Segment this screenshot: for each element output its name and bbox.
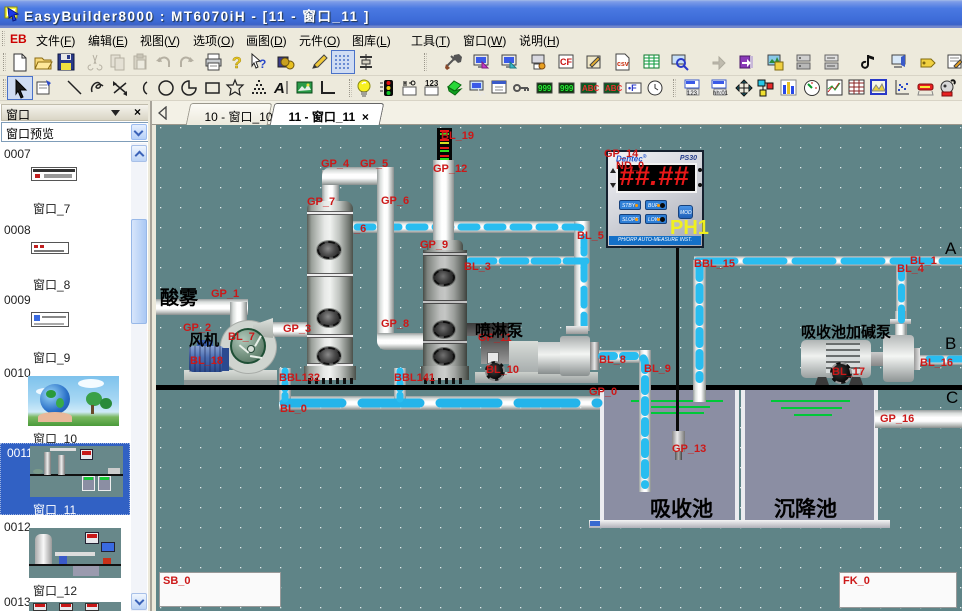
svg-text:•F: •F	[628, 83, 637, 93]
svg-text:A: A	[273, 80, 285, 97]
svg-text:ABC: ABC	[605, 84, 623, 93]
svg-text:999: 999	[560, 84, 574, 93]
svg-text:ABC: ABC	[582, 84, 600, 93]
svg-text:CF: CF	[560, 57, 572, 67]
svg-text:999: 999	[538, 84, 552, 93]
svg-text:123: 123	[425, 79, 439, 88]
svg-text:hh:01: hh:01	[713, 91, 729, 97]
svg-text:?: ?	[259, 57, 266, 71]
svg-text:123: 123	[687, 91, 698, 97]
svg-text:?: ?	[232, 55, 242, 72]
svg-text:csv: csv	[617, 61, 629, 68]
